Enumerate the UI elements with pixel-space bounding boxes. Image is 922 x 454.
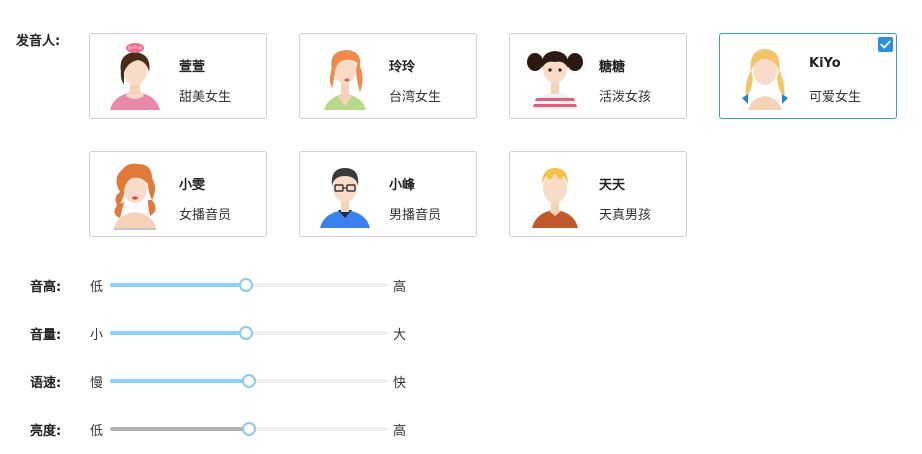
voice-card-xiaowen[interactable]: 小雯 女播音员: [89, 151, 267, 237]
voice-desc: 活泼女孩: [599, 90, 652, 105]
brightness-slider-row: 亮度: 低 高: [0, 418, 420, 439]
voice-card-lingling[interactable]: 玲玲 台湾女生: [299, 33, 477, 119]
speaker-label: 发音人:: [16, 34, 61, 49]
voice-desc: 台湾女生: [389, 90, 442, 105]
woman-curly-hair-avatar: [114, 163, 156, 230]
voice-name: 糖糖: [599, 60, 626, 75]
speed-slider-thumb[interactable]: [242, 374, 256, 388]
voice-card-xiaofeng[interactable]: 小峰 男播音员: [299, 151, 477, 237]
brightness-slider[interactable]: [110, 422, 388, 436]
brightness-slider-thumb[interactable]: [242, 422, 256, 436]
volume-slider-fill: [110, 331, 247, 335]
voice-name: 天天: [599, 178, 626, 193]
voice-card-tiantian[interactable]: 天天 天真男孩: [509, 151, 687, 237]
speed-slider[interactable]: [110, 374, 388, 388]
girl-blonde-braids-avatar: [742, 49, 788, 110]
boy-blonde-avatar: [532, 168, 578, 228]
voice-name: KiYo: [809, 56, 841, 71]
speed-label: 语速:: [30, 376, 62, 391]
voice-desc: 可爱女生: [809, 90, 862, 105]
girl-pigtails-avatar: [527, 51, 583, 110]
brightness-slider-fill: [110, 427, 249, 431]
voice-desc: 男播音员: [389, 208, 442, 223]
speed-slider-row: 语速: 慢 快: [0, 370, 420, 391]
speed-slider-fill: [110, 379, 249, 383]
brightness-min-label: 低: [90, 424, 104, 439]
pitch-slider-row: 音高: 低 高: [0, 274, 420, 295]
voice-desc: 天真男孩: [599, 208, 652, 223]
pitch-max-label: 高: [393, 280, 407, 295]
speed-max-label: 快: [393, 376, 407, 391]
girl-orange-hair-avatar: [324, 50, 366, 110]
volume-label: 音量:: [30, 328, 62, 343]
voice-name: 小雯: [179, 178, 206, 193]
volume-slider-thumb[interactable]: [239, 326, 254, 340]
brightness-label: 亮度:: [30, 424, 62, 439]
volume-max-label: 大: [393, 328, 407, 343]
pitch-label: 音高:: [30, 280, 62, 295]
man-glasses-avatar: [320, 168, 370, 228]
pitch-slider[interactable]: [110, 278, 388, 292]
girl-pink-bow-avatar: [110, 43, 160, 110]
brightness-max-label: 高: [393, 424, 407, 439]
voice-name: 玲玲: [389, 60, 416, 75]
voice-card-xuanxuan[interactable]: 萱萱 甜美女生: [89, 33, 267, 119]
voice-name: 小峰: [389, 178, 416, 193]
voice-desc: 甜美女生: [179, 90, 232, 105]
pitch-slider-fill: [110, 283, 247, 287]
pitch-min-label: 低: [90, 280, 104, 295]
volume-slider-row: 音量: 小 大: [0, 322, 420, 343]
speed-min-label: 慢: [90, 376, 104, 391]
voice-desc: 女播音员: [179, 208, 232, 223]
selected-check-icon: [878, 37, 893, 52]
volume-slider[interactable]: [110, 326, 388, 340]
voice-name: 萱萱: [179, 60, 206, 75]
pitch-slider-thumb[interactable]: [239, 278, 254, 292]
voice-card-kiyo[interactable]: KiYo 可爱女生: [719, 33, 897, 119]
volume-min-label: 小: [90, 328, 104, 343]
voice-card-tangtang[interactable]: 糖糖 活泼女孩: [509, 33, 687, 119]
